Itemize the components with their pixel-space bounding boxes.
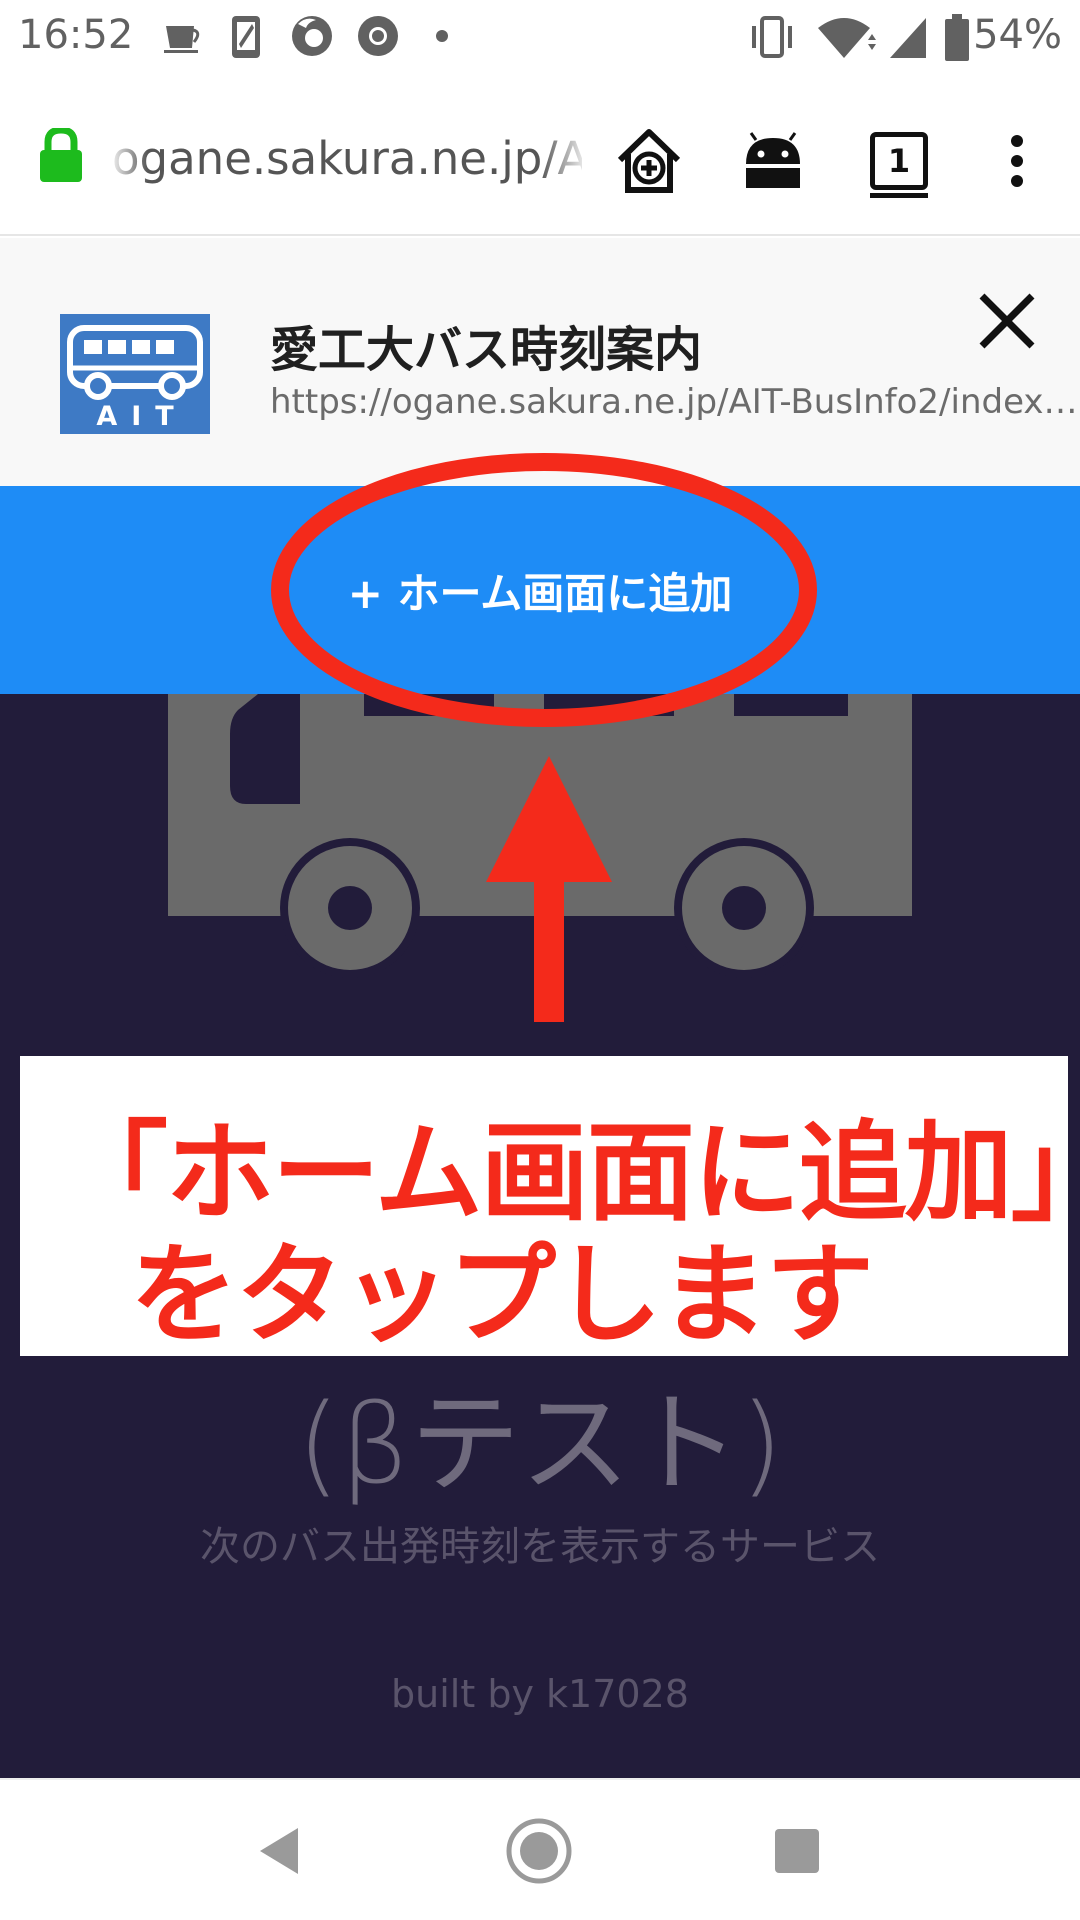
- signal-icon: [890, 18, 926, 58]
- url-fade-right: [540, 126, 590, 196]
- url-field[interactable]: ogane.sakura.ne.jp/AIT-BusInfo2/: [112, 132, 582, 188]
- home-plus-icon: [617, 129, 681, 193]
- bus-icon: [67, 325, 203, 400]
- close-banner-button[interactable]: [972, 286, 1042, 356]
- navigation-bar: [0, 1778, 1080, 1920]
- status-bar: 16:52 54%: [0, 0, 1080, 76]
- install-banner: AIT 愛工大バス時刻案内 https://ogane.sakura.ne.jp…: [0, 238, 1080, 486]
- phone-screen-icon: [232, 16, 260, 58]
- wifi-icon: [818, 18, 876, 58]
- overflow-menu-button[interactable]: [972, 116, 1062, 206]
- tab-underline: [870, 193, 928, 198]
- more-vert-icon: [1011, 135, 1023, 187]
- app-url: https://ogane.sakura.ne.jp/AIT-BusInfo2/…: [270, 382, 1080, 422]
- back-triangle-icon: [260, 1828, 298, 1874]
- dot-icon: [436, 30, 448, 42]
- recents-square-icon: [775, 1829, 819, 1873]
- beta-label: (βテスト): [296, 1380, 784, 1508]
- home-button[interactable]: [494, 1806, 584, 1896]
- status-time: 16:52: [18, 12, 134, 58]
- home-circle-icon: [506, 1818, 572, 1884]
- android-button[interactable]: [728, 116, 818, 206]
- battery-percent: 54%: [973, 12, 1062, 58]
- tab-count: 1: [870, 132, 928, 190]
- firefox-icon: [292, 16, 332, 56]
- app-icon-label: AIT: [96, 401, 188, 432]
- lock-icon: [40, 128, 82, 182]
- app-icon: AIT: [60, 314, 210, 434]
- service-description: 次のバス出発時刻を表示するサービス: [200, 1524, 880, 1570]
- browser-toolbar: ogane.sakura.ne.jp/AIT-BusInfo2/ 1: [0, 76, 1080, 236]
- chrome-icon: [358, 16, 398, 56]
- vibrate-icon: [752, 16, 792, 58]
- page-content: (βテスト) 次のバス出発時刻を表示するサービス built by k17028: [0, 694, 1080, 1778]
- coffee-icon: [164, 26, 200, 53]
- battery-icon: [945, 14, 969, 61]
- app-name: 愛工大バス時刻案内: [270, 322, 703, 378]
- bus-illustration: [168, 694, 912, 978]
- url-fade-left: [108, 126, 148, 196]
- close-icon: [979, 293, 1035, 349]
- add-to-home-label: + ホーム画面に追加: [347, 568, 733, 618]
- tab-switcher-button[interactable]: 1: [854, 116, 944, 206]
- built-by-text: built by k17028: [391, 1672, 689, 1716]
- android-icon: [746, 132, 800, 188]
- recents-button[interactable]: [752, 1806, 842, 1896]
- add-to-home-button[interactable]: [604, 116, 694, 206]
- add-to-home-screen-button[interactable]: + ホーム画面に追加: [0, 486, 1080, 694]
- back-button[interactable]: [234, 1806, 324, 1896]
